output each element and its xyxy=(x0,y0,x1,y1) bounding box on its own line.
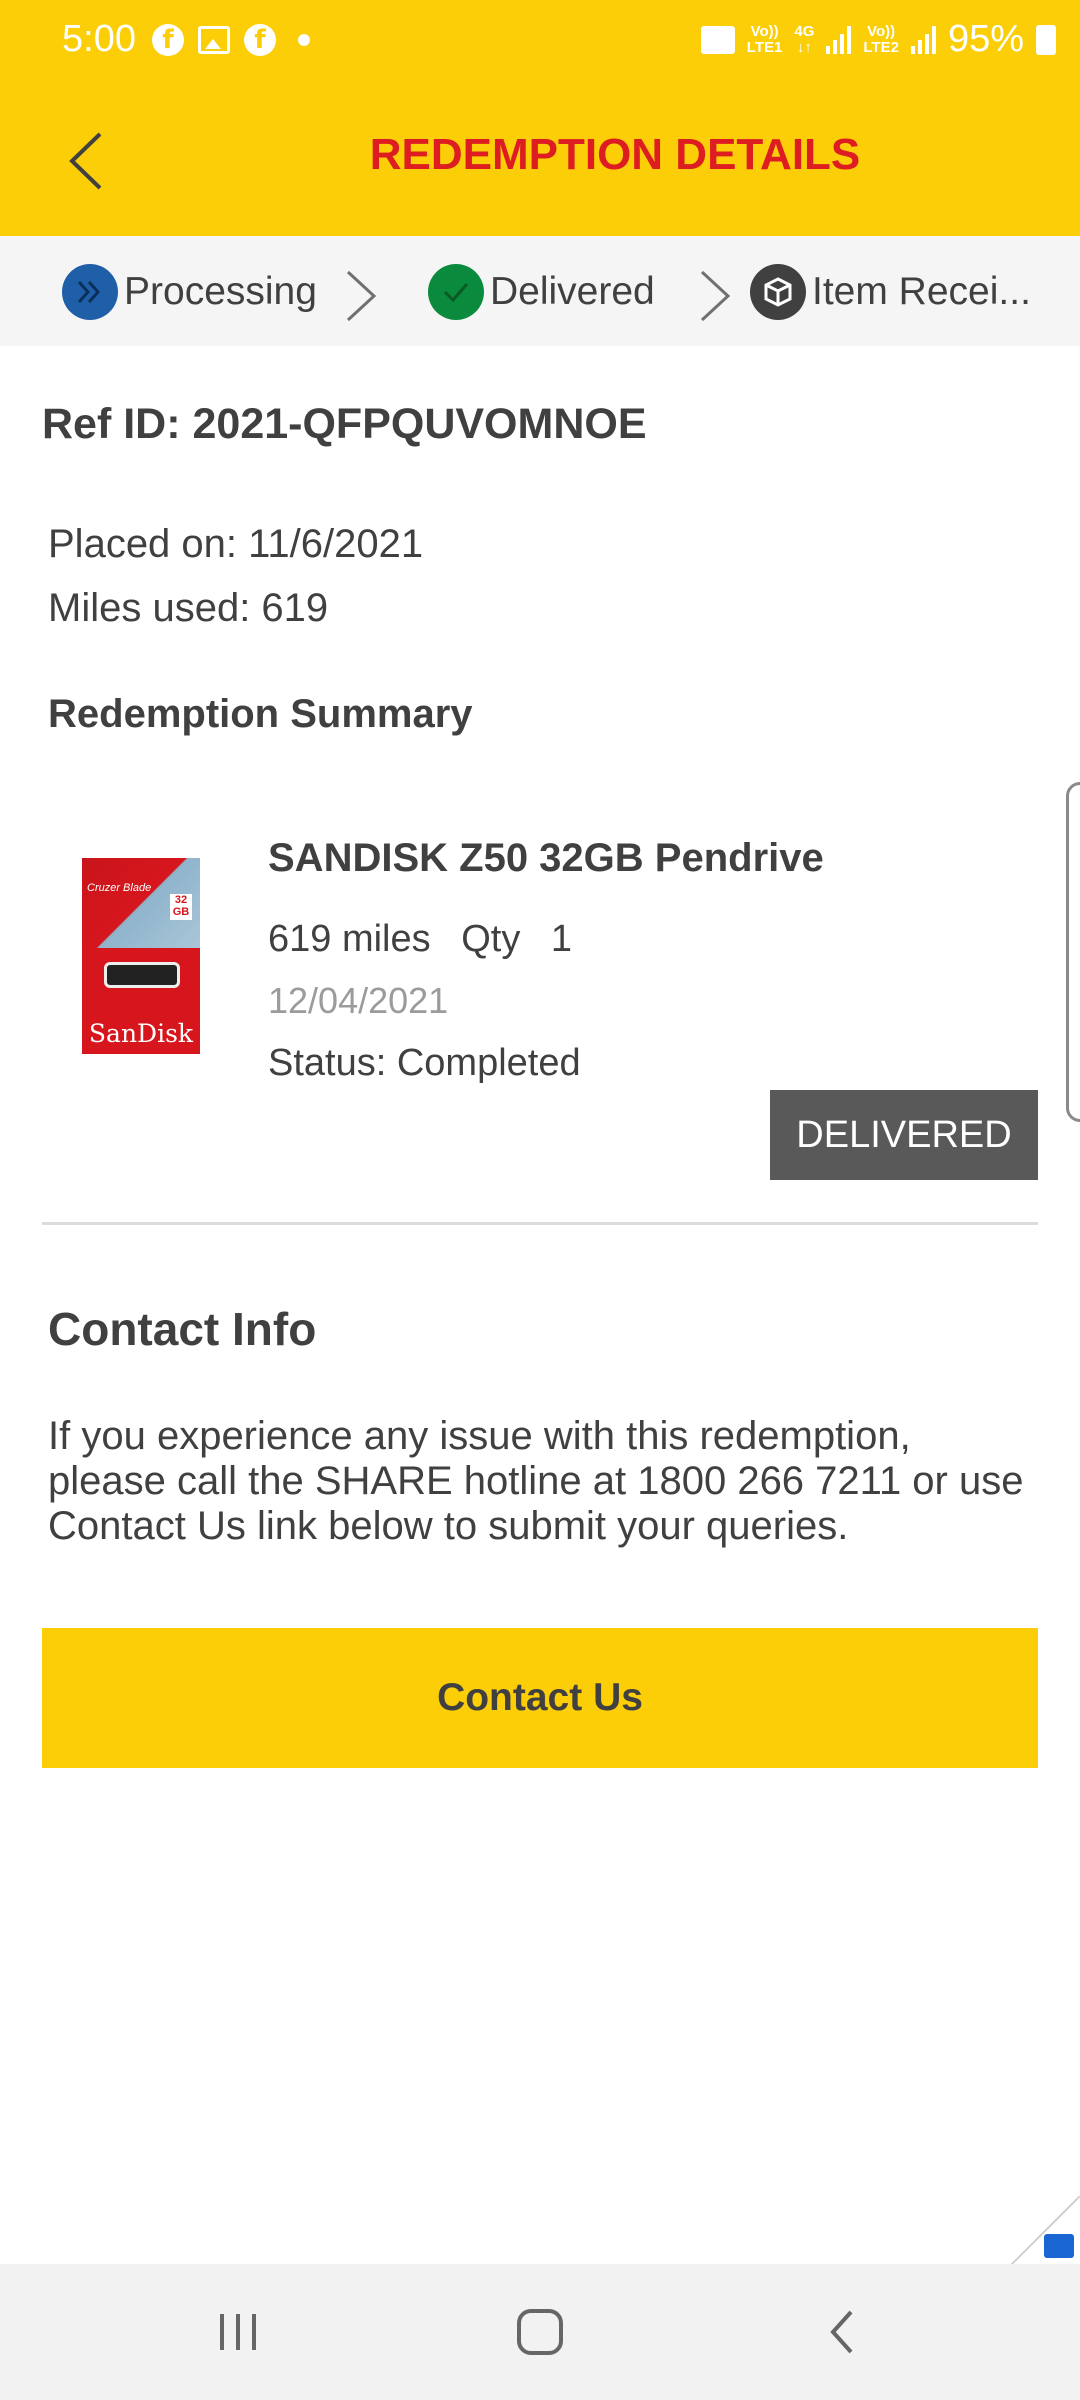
contact-info-title: Contact Info xyxy=(48,1303,317,1355)
sim2-lte-label: LTE2 xyxy=(863,38,899,56)
status-bar: 5:00 f f Vo)) LTE1 4G ↓↑ Vo)) LTE2 95% xyxy=(0,0,1080,84)
box-icon xyxy=(750,264,806,320)
placed-on: Placed on: 11/6/2021 xyxy=(48,522,424,566)
check-icon xyxy=(428,264,484,320)
home-icon xyxy=(517,2309,563,2355)
miles-used: Miles used: 619 xyxy=(48,586,329,630)
recent-apps-icon xyxy=(220,2314,256,2350)
secure-folder-icon xyxy=(700,25,735,54)
facebook-icon: f xyxy=(244,24,276,56)
page-title: REDEMPTION DETAILS xyxy=(369,130,861,179)
contact-us-button[interactable]: Contact Us xyxy=(42,1628,1038,1768)
back-nav-button[interactable] xyxy=(792,2292,892,2372)
system-navigation-bar xyxy=(0,2264,1080,2400)
divider xyxy=(42,1222,1038,1225)
battery-percent: 95% xyxy=(947,18,1024,60)
product-miles-qty: 619 miles Qty 1 xyxy=(268,918,592,961)
product-image: Cruzer Blade 32 GB SanDisk xyxy=(82,858,200,1054)
signal-icon xyxy=(910,25,936,54)
data-type-label: 4G xyxy=(794,22,815,40)
brand-logo: SanDisk xyxy=(88,1019,194,1048)
recent-apps-button[interactable] xyxy=(188,2292,288,2372)
product-date: 12/04/2021 xyxy=(268,980,449,1021)
side-panel-handle[interactable] xyxy=(1066,782,1080,1122)
home-button[interactable] xyxy=(490,2292,590,2372)
step-delivered: Delivered xyxy=(428,264,655,320)
usb-drive-icon xyxy=(104,962,180,988)
step-label: Processing xyxy=(124,270,317,313)
data-arrows-icon: ↓↑ xyxy=(796,38,812,56)
step-processing: Processing xyxy=(62,264,317,320)
chevron-right-icon xyxy=(346,270,377,322)
progress-steps: Processing Delivered Item Recei... xyxy=(0,236,1080,346)
secure-folder-shortcut-icon[interactable] xyxy=(1044,2234,1074,2258)
product-miles: 619 miles xyxy=(268,918,431,960)
sim2-volte-label: Vo)) xyxy=(867,22,896,40)
step-label: Item Recei... xyxy=(812,270,1031,313)
capacity-badge: 32 GB xyxy=(170,894,192,920)
qty-label: Qty xyxy=(461,918,521,960)
delivered-button[interactable]: DELIVERED xyxy=(770,1090,1038,1180)
product-status: Status: Completed xyxy=(268,1042,581,1084)
contact-info-text: If you experience any issue with this re… xyxy=(48,1414,1024,1548)
system-icons: Vo)) LTE1 4G ↓↑ Vo)) LTE2 95% xyxy=(700,18,1056,61)
redemption-summary-title: Redemption Summary xyxy=(48,692,473,736)
battery-icon xyxy=(1036,24,1056,55)
more-notifications-icon xyxy=(298,34,310,46)
sim1-lte-label: LTE1 xyxy=(746,38,783,56)
signal-icon xyxy=(826,25,852,54)
facebook-icon: f xyxy=(152,24,184,56)
status-time: 5:00 xyxy=(62,18,136,60)
sim2-indicator: Vo)) LTE2 xyxy=(863,22,899,56)
chevron-right-icon xyxy=(700,270,731,322)
qty-value: 1 xyxy=(550,918,573,960)
product-line-label: Cruzer Blade xyxy=(87,882,152,894)
sim1-indicator: Vo)) LTE1 xyxy=(746,22,783,56)
product-name: SANDISK Z50 32GB Pendrive xyxy=(268,836,824,880)
app-header: REDEMPTION DETAILS xyxy=(0,84,1080,236)
step-label: Delivered xyxy=(490,270,655,313)
back-icon xyxy=(830,2310,853,2354)
ref-id: Ref ID: 2021-QFPQUVOMNOE xyxy=(42,400,647,448)
data-indicator: 4G ↓↑ xyxy=(794,22,815,56)
step-item-received: Item Recei... xyxy=(750,264,1031,320)
double-chevron-right-icon xyxy=(62,264,118,320)
notification-icons: f f xyxy=(152,24,310,56)
sim1-volte-label: Vo)) xyxy=(750,22,779,40)
gallery-icon xyxy=(198,26,230,54)
